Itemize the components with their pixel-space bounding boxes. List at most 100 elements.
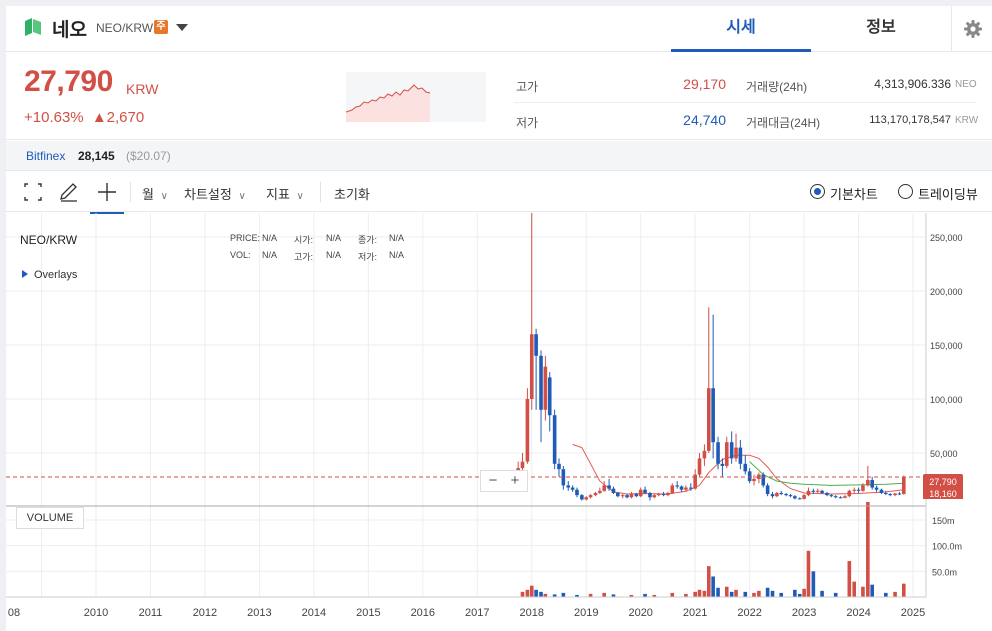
change-amount: 2,670: [106, 109, 145, 126]
candle-body: [802, 495, 806, 499]
candle-body: [843, 496, 847, 498]
candle-body: [706, 388, 711, 451]
overlays-label: Overlays: [34, 269, 78, 281]
candle-body: [770, 494, 775, 497]
info-open-label: 시가:: [294, 235, 314, 245]
settings-button[interactable]: [951, 6, 992, 52]
candle-body: [643, 489, 647, 493]
candle-body: [775, 492, 779, 497]
volume-value: 4,313,906.336: [874, 77, 951, 91]
coin-pair: NEO/KRW: [96, 21, 154, 35]
low-value: 24,740: [683, 112, 726, 128]
crosshair-button[interactable]: [90, 178, 124, 214]
draw-button[interactable]: [52, 178, 86, 206]
candle-body: [747, 471, 752, 482]
volume-bar: [702, 590, 707, 597]
gear-icon: [964, 20, 982, 38]
candle-body: [625, 495, 629, 498]
candle-body: [520, 461, 525, 469]
volume-bar: [520, 591, 525, 597]
volume-bar: [870, 584, 874, 597]
fullscreen-button[interactable]: [16, 178, 50, 206]
coin-dropdown-icon[interactable]: [176, 24, 188, 31]
candle-body: [611, 488, 616, 493]
candle-body: [847, 490, 852, 497]
volume-bar: [852, 581, 857, 597]
volume-bar: [743, 591, 748, 597]
candle-body: [815, 490, 820, 492]
candle-body: [901, 476, 906, 495]
candle-body: [539, 355, 543, 410]
volume-bar: [893, 591, 897, 597]
x-tick-label: 2010: [84, 607, 108, 619]
candle-body: [697, 458, 702, 475]
candle-body: [689, 487, 693, 489]
volume-bar: [833, 592, 838, 597]
amount-label: 거래대금(24H): [746, 116, 821, 130]
candle-body: [788, 495, 793, 497]
tab-price[interactable]: 시세: [671, 6, 811, 52]
candle-body: [729, 442, 734, 459]
candle-body: [897, 493, 902, 495]
candle-body: [784, 494, 788, 496]
tradingview-radio[interactable]: [898, 184, 913, 199]
candle-body: [607, 485, 611, 489]
candle-body: [734, 447, 738, 459]
candle-body: [888, 494, 892, 496]
volume-bar: [811, 571, 816, 597]
candle-body: [765, 485, 770, 495]
fullscreen-icon: [24, 183, 42, 201]
candle-body: [598, 490, 602, 493]
amount-value: 113,170,178,547: [869, 114, 951, 126]
candle-body: [580, 495, 584, 500]
warning-badge: 주: [154, 20, 168, 34]
price-chart-area[interactable]: 250,000 200,000 150,000 100,000 50,000 150m 10…: [6, 213, 992, 631]
exchange-usd: ($20.07): [126, 149, 171, 163]
info-vol-label: VOL:: [230, 250, 251, 260]
reset-button[interactable]: 초기화: [334, 184, 370, 203]
candle-body: [806, 490, 811, 496]
volume-bar: [757, 590, 761, 597]
candle-body: [593, 492, 598, 496]
x-tick-label: 2014: [302, 607, 326, 619]
tradingview-label[interactable]: 트레이딩뷰: [918, 184, 978, 203]
low-label: 저가: [516, 116, 539, 130]
info-low-value: N/A: [389, 250, 405, 260]
volume-tick-label: 100.0m: [932, 542, 962, 552]
zoom-out-button[interactable]: −: [483, 472, 503, 489]
candle-body: [716, 442, 720, 464]
volume-bar: [711, 576, 715, 597]
info-price-label: PRICE:: [230, 233, 261, 243]
candle-body: [861, 485, 865, 491]
candle-body: [557, 463, 561, 470]
indicators-dropdown[interactable]: 지표 ∨: [266, 184, 304, 203]
overlays-toggle[interactable]: Overlays: [22, 269, 77, 281]
toolbar-divider: [320, 182, 321, 202]
basic-chart-radio[interactable]: [810, 184, 825, 199]
chevron-down-icon: ∨: [160, 191, 168, 202]
candle-body: [547, 377, 552, 416]
divider: [514, 102, 976, 103]
info-high-value: N/A: [326, 250, 342, 260]
basic-chart-label[interactable]: 기본차트: [830, 184, 878, 203]
x-tick-label: 2015: [356, 607, 380, 619]
candle-body: [852, 489, 857, 491]
x-tick-label: 2025: [901, 607, 925, 619]
x-tick-label: 2020: [628, 607, 652, 619]
candle-body: [856, 489, 861, 491]
volume-bar: [884, 592, 888, 597]
zoom-in-button[interactable]: +: [505, 472, 525, 489]
volume-button[interactable]: VOLUME: [16, 507, 84, 529]
candle-body: [833, 496, 838, 498]
candle-body: [534, 334, 538, 356]
tab-info[interactable]: 정보: [811, 6, 951, 52]
period-dropdown[interactable]: 월 ∨: [142, 184, 168, 203]
chart-settings-dropdown[interactable]: 차트설정 ∨: [184, 184, 246, 203]
candle-body: [797, 498, 802, 500]
volume-bar: [901, 583, 906, 597]
exchange-name[interactable]: Bitfinex: [26, 149, 65, 163]
candlestick-chart[interactable]: 250,000 200,000 150,000 100,000 50,000 150m 10…: [6, 213, 992, 631]
x-tick-label: 08: [8, 607, 20, 619]
candle-body: [825, 492, 829, 496]
exchange-price: 28,145: [78, 149, 115, 163]
